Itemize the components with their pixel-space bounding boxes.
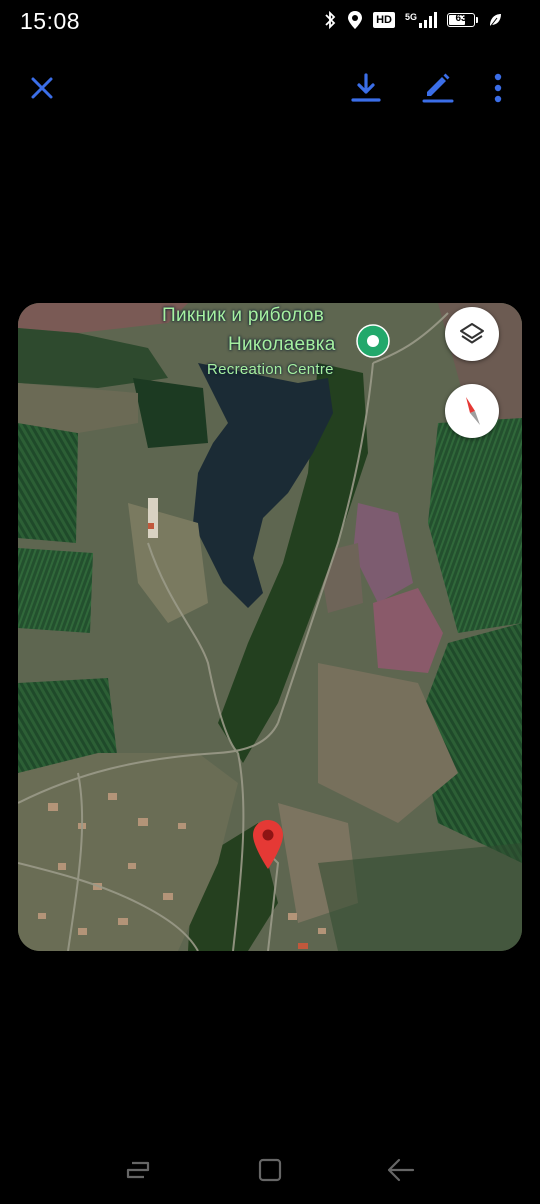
home-icon xyxy=(258,1158,282,1182)
map-pin-icon xyxy=(253,820,283,869)
edit-icon xyxy=(422,73,454,103)
network-type: 5G xyxy=(404,12,417,22)
place-name-line1: Пикник и риболов xyxy=(162,305,325,326)
status-time: 15:08 xyxy=(20,8,81,34)
battery-indicator: 63 xyxy=(447,13,478,27)
status-bar: 15:08 HD 5G 63 xyxy=(0,0,540,44)
more-vert-icon xyxy=(494,73,502,103)
status-icons: HD 5G 63 xyxy=(323,10,502,30)
hd-badge: HD xyxy=(373,12,395,28)
close-button[interactable] xyxy=(18,60,66,116)
layers-icon xyxy=(460,323,484,344)
place-category: Recreation Centre xyxy=(207,361,334,378)
recents-button[interactable] xyxy=(118,1154,158,1186)
download-button[interactable] xyxy=(342,60,390,116)
download-icon xyxy=(351,73,381,102)
bluetooth-icon xyxy=(323,10,337,30)
signal-group: 5G xyxy=(405,12,437,28)
leaf-icon xyxy=(488,12,502,28)
compass-icon xyxy=(466,397,480,425)
layers-button[interactable] xyxy=(445,307,499,361)
back-button[interactable] xyxy=(380,1154,420,1186)
recreation-poi-marker[interactable] xyxy=(355,323,391,359)
close-icon xyxy=(31,77,53,99)
compass-button[interactable] xyxy=(445,384,499,438)
top-toolbar xyxy=(0,60,540,116)
home-button[interactable] xyxy=(250,1154,290,1186)
place-name-line2: Николаевка xyxy=(228,334,336,355)
system-nav-bar xyxy=(0,1140,540,1200)
place-marker-icon xyxy=(356,324,390,358)
edit-button[interactable] xyxy=(414,60,462,116)
dropped-pin-marker[interactable] xyxy=(251,819,285,871)
battery-level: 63 xyxy=(455,13,467,24)
location-icon xyxy=(347,10,363,30)
recents-icon xyxy=(126,1161,150,1179)
back-icon xyxy=(387,1158,415,1182)
signal-icon xyxy=(419,12,437,28)
more-options-button[interactable] xyxy=(474,60,522,116)
map-view[interactable]: Пикник и риболов Николаевка Recreation C… xyxy=(18,303,522,951)
